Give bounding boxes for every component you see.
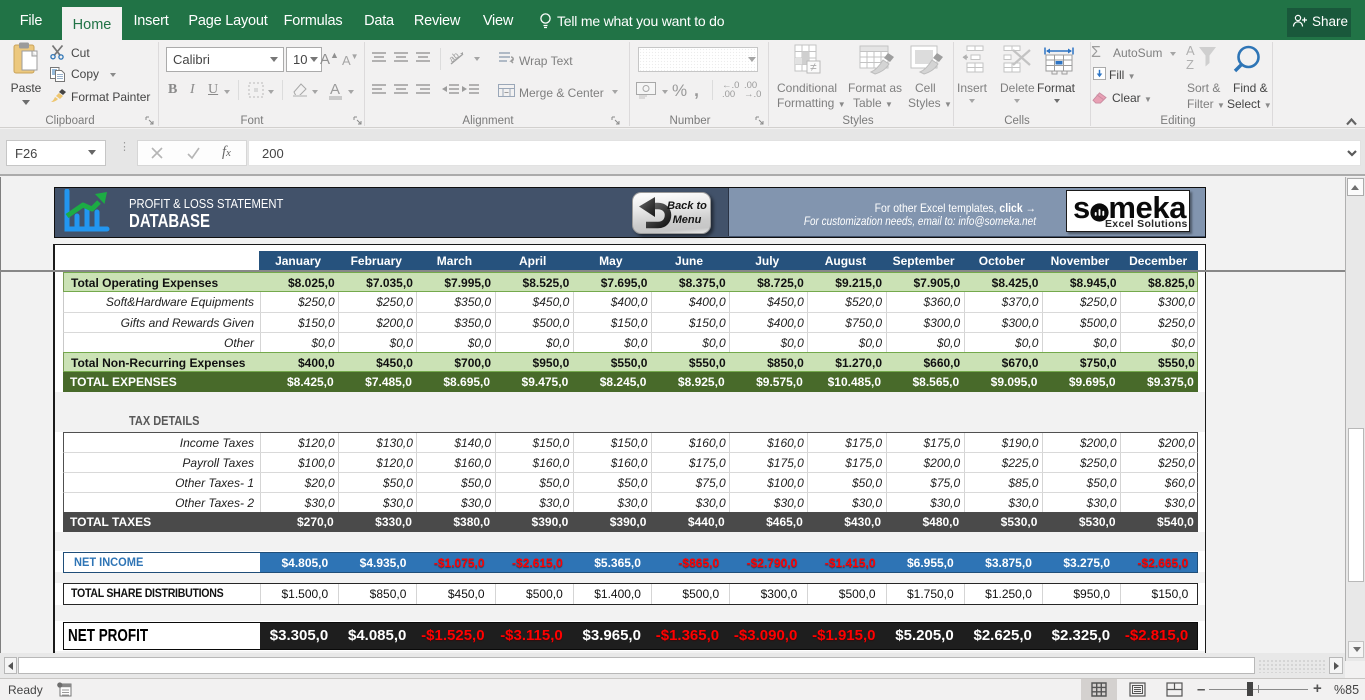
svg-text:A: A [1186, 44, 1195, 58]
svg-text:Z: Z [1186, 57, 1194, 72]
svg-text:≠: ≠ [810, 60, 817, 74]
svg-text:ab: ab [449, 50, 461, 64]
